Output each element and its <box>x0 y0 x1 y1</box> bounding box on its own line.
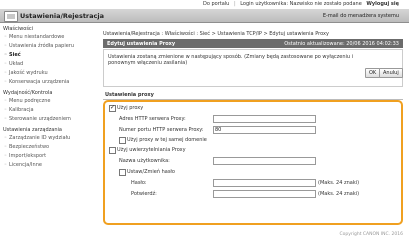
sidebar: Właściwości Menu niestandardowe Ustawien… <box>0 23 100 229</box>
sidebar-item-import-export[interactable]: Import/eksport <box>0 152 100 161</box>
http-proxy-port-field[interactable]: 80 <box>213 126 316 134</box>
sidebar-item-layout[interactable]: Układ <box>0 60 100 69</box>
sidebar-section-title: Wydajność/Kontrola <box>3 90 53 96</box>
http-proxy-address-field[interactable] <box>213 115 316 123</box>
top-links-bar: Do portalu | Login użytkownika: Nazwisko… <box>0 0 409 8</box>
section-title: Ustawienia proxy <box>105 92 154 98</box>
settings-app-icon <box>4 11 18 22</box>
sidebar-section-title: Właściwości <box>3 26 34 32</box>
password-label: Hasło: <box>131 180 147 186</box>
app-title: Ustawienia/Rejestracja <box>20 12 104 20</box>
main-content: Ustawienia/Rejestracja : Właściwości : S… <box>103 23 403 229</box>
sidebar-item-department-id[interactable]: Zarządzanie ID wydziału <box>0 134 100 143</box>
login-user-text: Login użytkownika: Nazwisko nie zostało … <box>240 1 362 7</box>
use-proxy-label: Użyj proxy <box>117 105 144 111</box>
cancel-button[interactable]: Anuluj <box>379 68 403 78</box>
sidebar-item-license-other[interactable]: Licencja/Inne <box>0 161 100 170</box>
page-title-bar: Edytuj ustawienia Proxy Ostatnio aktuali… <box>103 39 403 48</box>
proxy-auth-label: Użyj uwierzytelniania Proxy <box>117 147 186 153</box>
email-admin-link[interactable]: E-mail do menadżera systemu <box>323 13 399 19</box>
proxy-auth-checkbox[interactable] <box>109 147 116 154</box>
sidebar-item-print-quality[interactable]: Jakość wydruku <box>0 69 100 78</box>
sidebar-item-device-control[interactable]: Sterowanie urządzeniem <box>0 115 100 124</box>
set-password-checkbox[interactable] <box>119 169 126 176</box>
http-proxy-address-label: Adres HTTP serwera Proxy: <box>119 116 186 122</box>
highlight-frame: Użyj proxy Adres HTTP serwera Proxy: Num… <box>103 100 403 225</box>
same-domain-checkbox[interactable] <box>119 137 126 144</box>
sidebar-item-custom-menu[interactable]: Menu niestandardowe <box>0 33 100 42</box>
confirm-password-field[interactable] <box>213 190 316 198</box>
page-title: Edytuj ustawienia Proxy <box>107 41 176 47</box>
change-message: Ustawienia zostaną zmienione w następują… <box>108 54 354 66</box>
copyright-text: Copyright CANON INC. 2016 <box>339 232 404 237</box>
confirm-password-note: (Maks. 24 znaki) <box>318 191 360 197</box>
sidebar-item-maintenance[interactable]: Konserwacja urządzenia <box>0 78 100 87</box>
logout-link[interactable]: Wyloguj się <box>366 1 399 7</box>
set-password-label: Ustaw/Zmień hasło <box>127 169 175 175</box>
sidebar-section-title: Ustawienia zarządzania <box>3 127 62 133</box>
message-panel: Ustawienia zostaną zmienione w następują… <box>103 49 403 87</box>
password-field[interactable] <box>213 179 316 187</box>
sidebar-item-security[interactable]: Bezpieczeństwo <box>0 143 100 152</box>
sidebar-item-calibration[interactable]: Kalibracja <box>0 106 100 115</box>
ok-button[interactable]: OK <box>365 68 381 78</box>
separator: | <box>233 1 236 7</box>
use-proxy-checkbox[interactable] <box>109 104 116 112</box>
breadcrumb: Ustawienia/Rejestracja : Właściwości : S… <box>103 31 329 37</box>
portal-link[interactable]: Do portalu <box>203 1 229 7</box>
confirm-password-label: Potwierdź: <box>131 191 157 197</box>
username-label: Nazwa użytkownika: <box>119 158 170 164</box>
header-bar: Ustawienia/Rejestracja E-mail do menadże… <box>0 9 409 23</box>
same-domain-label: Użyj proxy w tej samej domenie <box>127 137 207 143</box>
password-note: (Maks. 24 znaki) <box>318 180 360 186</box>
sidebar-item-utility-menu[interactable]: Menu podręczne <box>0 97 100 106</box>
username-field[interactable] <box>213 157 316 165</box>
sidebar-item-paper-source[interactable]: Ustawienia źródła papieru <box>0 42 100 51</box>
http-proxy-port-label: Numer portu HTTP serwera Proxy: <box>119 127 204 133</box>
last-updated-text: Ostatnio aktualizowane: 20/06 2016 04:02… <box>284 41 399 47</box>
section-header: Ustawienia proxy <box>103 91 403 100</box>
sidebar-item-network[interactable]: Sieć <box>0 51 100 60</box>
